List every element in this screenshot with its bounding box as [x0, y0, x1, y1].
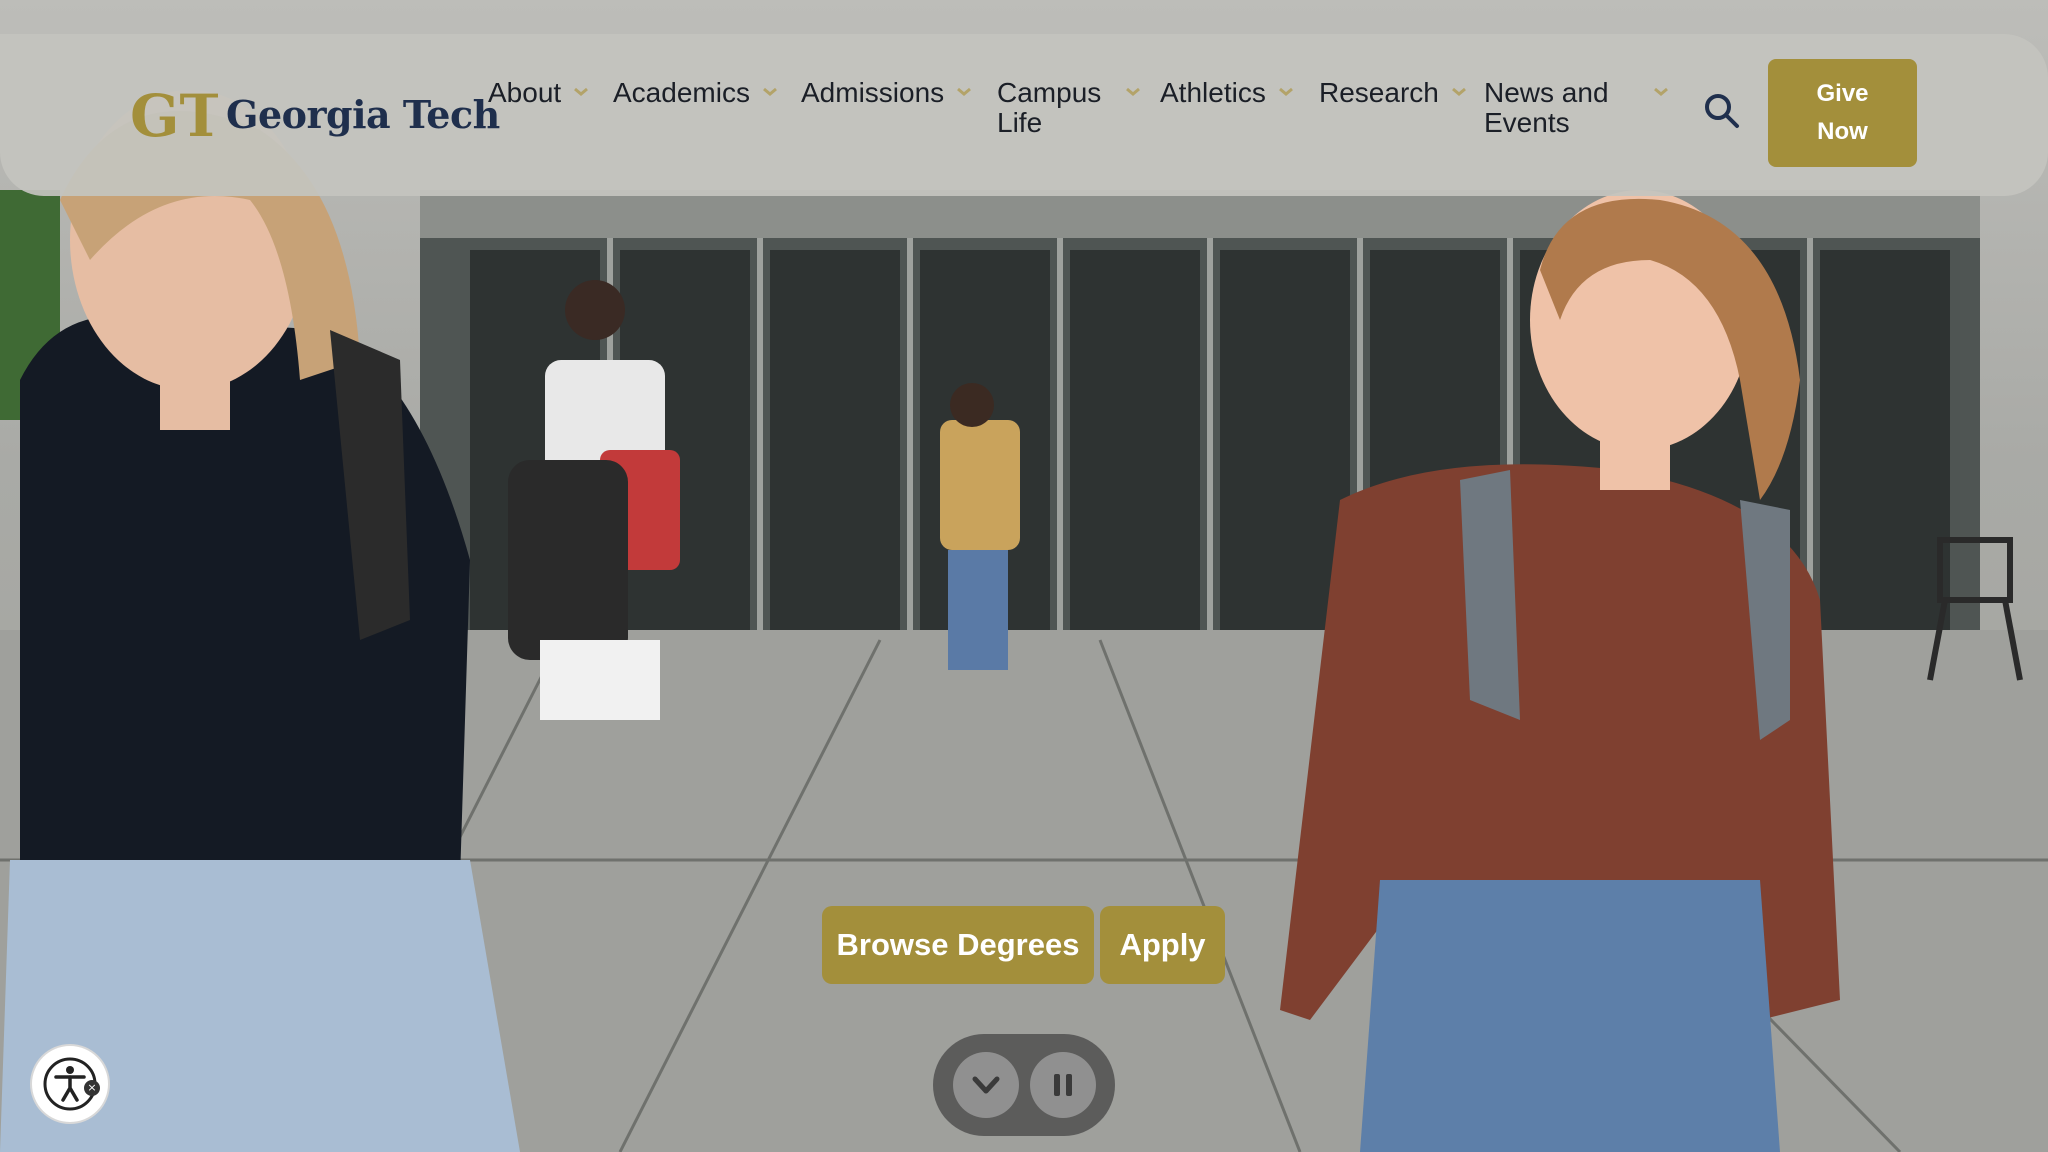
video-controls — [933, 1034, 1115, 1136]
give-now-label: Give Now — [1816, 75, 1868, 151]
chevron-down-icon — [1278, 87, 1293, 96]
nav-label-line2: Life — [997, 107, 1043, 138]
accessibility-close-icon[interactable]: × — [84, 1080, 100, 1096]
chevron-down-icon — [972, 1076, 999, 1094]
nav-item-athletics[interactable]: Athletics — [1160, 78, 1296, 108]
scroll-down-button[interactable] — [952, 1052, 1019, 1118]
nav-label-line1: News and — [1484, 77, 1609, 108]
pause-icon — [1053, 1074, 1072, 1096]
chevron-down-icon — [762, 87, 777, 96]
chevron-down-icon — [574, 87, 589, 96]
nav-item-research[interactable]: Research — [1319, 78, 1469, 108]
svg-text:GT: GT — [130, 84, 218, 144]
nav-label: Research — [1319, 77, 1439, 108]
nav-label: News and Events — [1484, 78, 1609, 138]
pause-video-button[interactable] — [1029, 1052, 1096, 1118]
search-icon[interactable] — [1703, 92, 1741, 130]
nav-item-academics[interactable]: Academics — [613, 78, 780, 108]
nav-item-about[interactable]: About — [488, 78, 591, 108]
chevron-down-icon — [1126, 87, 1141, 96]
nav-label: About — [488, 77, 562, 108]
nav-label: Campus Life — [997, 78, 1101, 138]
chevron-down-icon — [1653, 87, 1668, 96]
nav-item-admissions[interactable]: Admissions — [801, 78, 974, 108]
browse-degrees-button[interactable]: Browse Degrees — [822, 906, 1094, 984]
give-now-button[interactable]: Give Now — [1768, 59, 1917, 167]
nav-label: Admissions — [801, 77, 945, 108]
nav-label-line1: Campus — [997, 77, 1102, 108]
nav-item-news-and-events[interactable]: News and Events — [1484, 78, 1671, 138]
nav-label: Academics — [613, 77, 750, 108]
logo-wordmark: Georgia Tech — [226, 91, 500, 137]
chevron-down-icon — [957, 87, 972, 96]
nav-label: Athletics — [1160, 77, 1266, 108]
gt-logo-mark-icon: GT — [130, 84, 218, 144]
chevron-down-icon — [1451, 87, 1466, 96]
give-now-line2: Now — [1817, 118, 1868, 145]
apply-button[interactable]: Apply — [1100, 906, 1225, 984]
georgia-tech-logo[interactable]: GT Georgia Tech — [128, 84, 500, 144]
give-now-line1: Give — [1816, 80, 1869, 107]
nav-label-line2: Events — [1484, 107, 1570, 138]
nav-item-campus-life[interactable]: Campus Life — [997, 78, 1143, 138]
